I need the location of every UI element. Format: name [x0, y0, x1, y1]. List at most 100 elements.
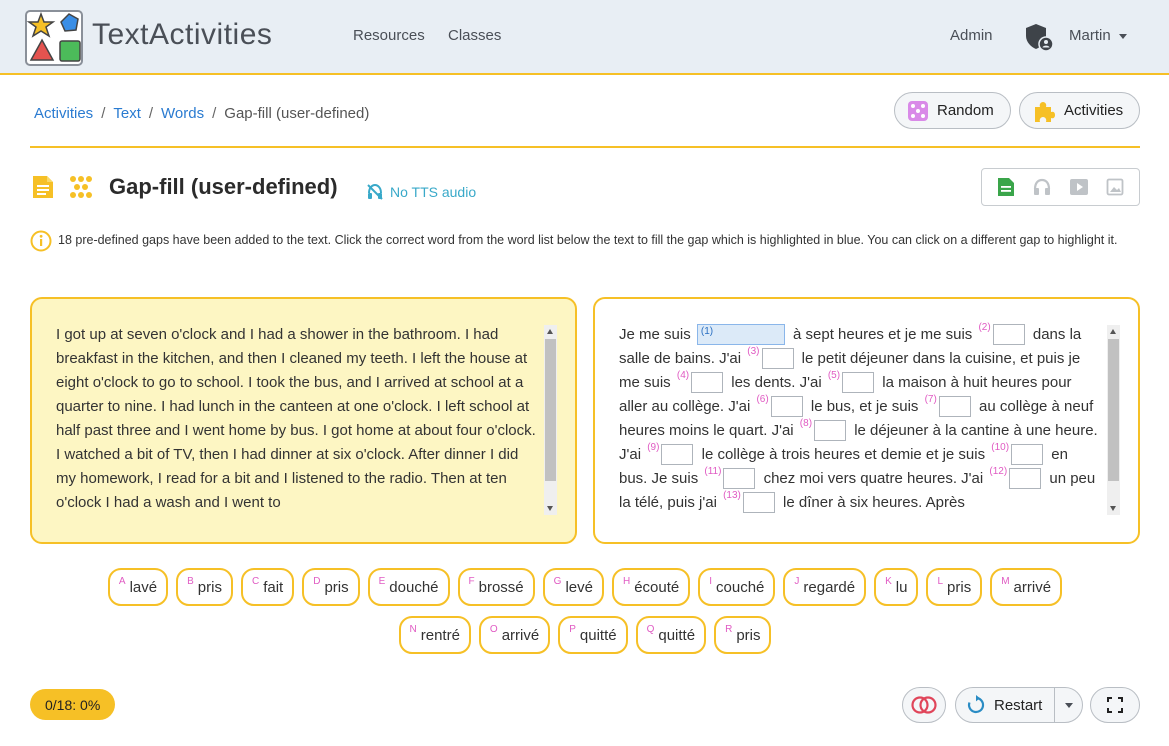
gap-number: (9)	[647, 442, 660, 453]
gap-input[interactable]	[992, 323, 1025, 345]
random-button-label: Random	[937, 102, 994, 119]
nav-resources-link[interactable]: Resources	[353, 27, 425, 44]
breadcrumb-text[interactable]: Text	[113, 105, 141, 122]
gap-scrollbar[interactable]	[1107, 325, 1120, 515]
word-chip[interactable]: Marrivé	[990, 568, 1063, 606]
gap-text-panel[interactable]: Je me suis (1) à sept heures et je me su…	[593, 297, 1140, 544]
video-view-button[interactable]	[1068, 176, 1090, 198]
gap-number: (1)	[700, 325, 714, 337]
gap-input[interactable]: (1)	[696, 323, 785, 345]
scroll-down-icon[interactable]	[1110, 506, 1116, 511]
nav-classes-link[interactable]: Classes	[448, 27, 501, 44]
tts-status: No TTS audio	[366, 183, 476, 201]
gap-input[interactable]	[1011, 443, 1044, 465]
gap-input[interactable]	[814, 419, 847, 441]
word-chip[interactable]: Bpris	[176, 568, 233, 606]
word-label: pris	[324, 578, 349, 596]
brand-name[interactable]: TextActivities	[92, 18, 272, 52]
mode-toggle-button[interactable]	[902, 687, 946, 723]
word-label: quitté	[579, 626, 617, 644]
word-letter: H	[622, 576, 631, 587]
text-view-button[interactable]	[995, 176, 1017, 198]
word-letter: A	[118, 576, 126, 587]
scroll-up-icon[interactable]	[1110, 329, 1116, 334]
random-button[interactable]: Random	[894, 92, 1011, 129]
activities-button[interactable]: Activities	[1019, 92, 1140, 129]
word-chip[interactable]: Qquitté	[635, 616, 707, 654]
word-chip[interactable]: Icouché	[698, 568, 776, 606]
gap-input[interactable]	[1009, 467, 1042, 489]
word-label: arrivé	[1013, 578, 1052, 596]
gap-input[interactable]	[661, 443, 694, 465]
scroll-up-icon[interactable]	[547, 329, 553, 334]
gap-text-segment: les dents. J'ai	[727, 374, 826, 391]
image-icon	[1106, 178, 1124, 196]
word-chip[interactable]: Fbrossé	[457, 568, 535, 606]
word-chip[interactable]: Lpris	[926, 568, 983, 606]
word-label: écouté	[634, 578, 680, 596]
breadcrumb-words[interactable]: Words	[161, 105, 204, 122]
navbar: TextActivities Resources Classes Admin M…	[0, 0, 1169, 75]
user-shield-icon[interactable]	[1024, 22, 1054, 52]
word-label: levé	[565, 578, 593, 596]
word-chip[interactable]: Alavé	[107, 568, 169, 606]
breadcrumb-separator: /	[101, 105, 106, 122]
word-chip[interactable]: Glevé	[542, 568, 604, 606]
restart-options-button[interactable]	[1054, 687, 1083, 723]
word-chip[interactable]: Dpris	[302, 568, 360, 606]
breadcrumb-current: Gap-fill (user-defined)	[224, 105, 370, 122]
word-letter: Q	[646, 624, 655, 635]
gap-input[interactable]	[938, 395, 971, 417]
word-letter: P	[569, 624, 576, 635]
word-chip[interactable]: Rpris	[714, 616, 772, 654]
image-view-button[interactable]	[1104, 176, 1126, 198]
chevron-down-icon	[1118, 33, 1127, 39]
scrollbar-thumb[interactable]	[1108, 339, 1119, 481]
instructions: 18 pre-defined gaps have been added to t…	[30, 228, 1130, 252]
gap-text-segment: le dîner à six heures. Après	[778, 494, 965, 511]
source-text-panel[interactable]: I got up at seven o'clock and I had a sh…	[30, 297, 577, 544]
word-chip[interactable]: Pquitté	[558, 616, 628, 654]
word-chip[interactable]: Jregardé	[783, 568, 867, 606]
textactivities-logo-icon[interactable]	[25, 10, 83, 66]
word-letter: O	[489, 624, 498, 635]
word-chip[interactable]: Hécouté	[611, 568, 691, 606]
no-audio-icon	[367, 183, 383, 200]
word-letter: F	[468, 576, 475, 587]
gap-number: (13)	[723, 490, 741, 501]
gap-input[interactable]	[723, 467, 756, 489]
nav-admin-link[interactable]: Admin	[950, 27, 993, 44]
word-chip[interactable]: Nrentré	[398, 616, 471, 654]
gap-text-segment: chez moi vers quatre heures. J'ai	[759, 470, 988, 487]
word-label: arrivé	[501, 626, 540, 644]
restart-button-label: Restart	[994, 696, 1043, 714]
restart-button[interactable]: Restart	[955, 687, 1055, 723]
gap-input[interactable]	[691, 371, 724, 393]
gap-number: (10)	[991, 442, 1010, 453]
breadcrumb-activities[interactable]: Activities	[34, 105, 93, 122]
gap-input[interactable]	[770, 395, 803, 417]
gap-number: (12)	[989, 466, 1008, 477]
fullscreen-button[interactable]	[1090, 687, 1140, 723]
user-menu[interactable]: Martin	[1069, 27, 1127, 44]
word-label: fait	[263, 578, 284, 596]
word-bank: Alavé Bpris Cfait Dpris Edouché Fbrossé Glevé H…	[30, 568, 1140, 664]
word-chip[interactable]: Oarrivé	[478, 616, 551, 654]
gap-number: (4)	[676, 370, 690, 381]
play-icon	[1069, 179, 1088, 195]
gap-text-segment: à sept heures et je me suis	[788, 326, 977, 343]
scrollbar-thumb[interactable]	[545, 339, 556, 481]
word-chip[interactable]: Edouché	[367, 568, 450, 606]
chevron-down-icon	[1064, 702, 1073, 708]
word-chip[interactable]: Cfait	[240, 568, 295, 606]
gap-input[interactable]	[761, 347, 794, 369]
source-scrollbar[interactable]	[544, 325, 557, 515]
headphones-icon	[1034, 178, 1051, 195]
gap-input[interactable]	[842, 371, 875, 393]
audio-view-button[interactable]	[1031, 176, 1053, 198]
word-chip[interactable]: Klu	[874, 568, 919, 606]
gap-text-segment: le bus, et je suis	[806, 398, 923, 415]
scroll-down-icon[interactable]	[547, 506, 553, 511]
gap-input[interactable]	[742, 491, 775, 513]
document-icon	[998, 178, 1015, 196]
